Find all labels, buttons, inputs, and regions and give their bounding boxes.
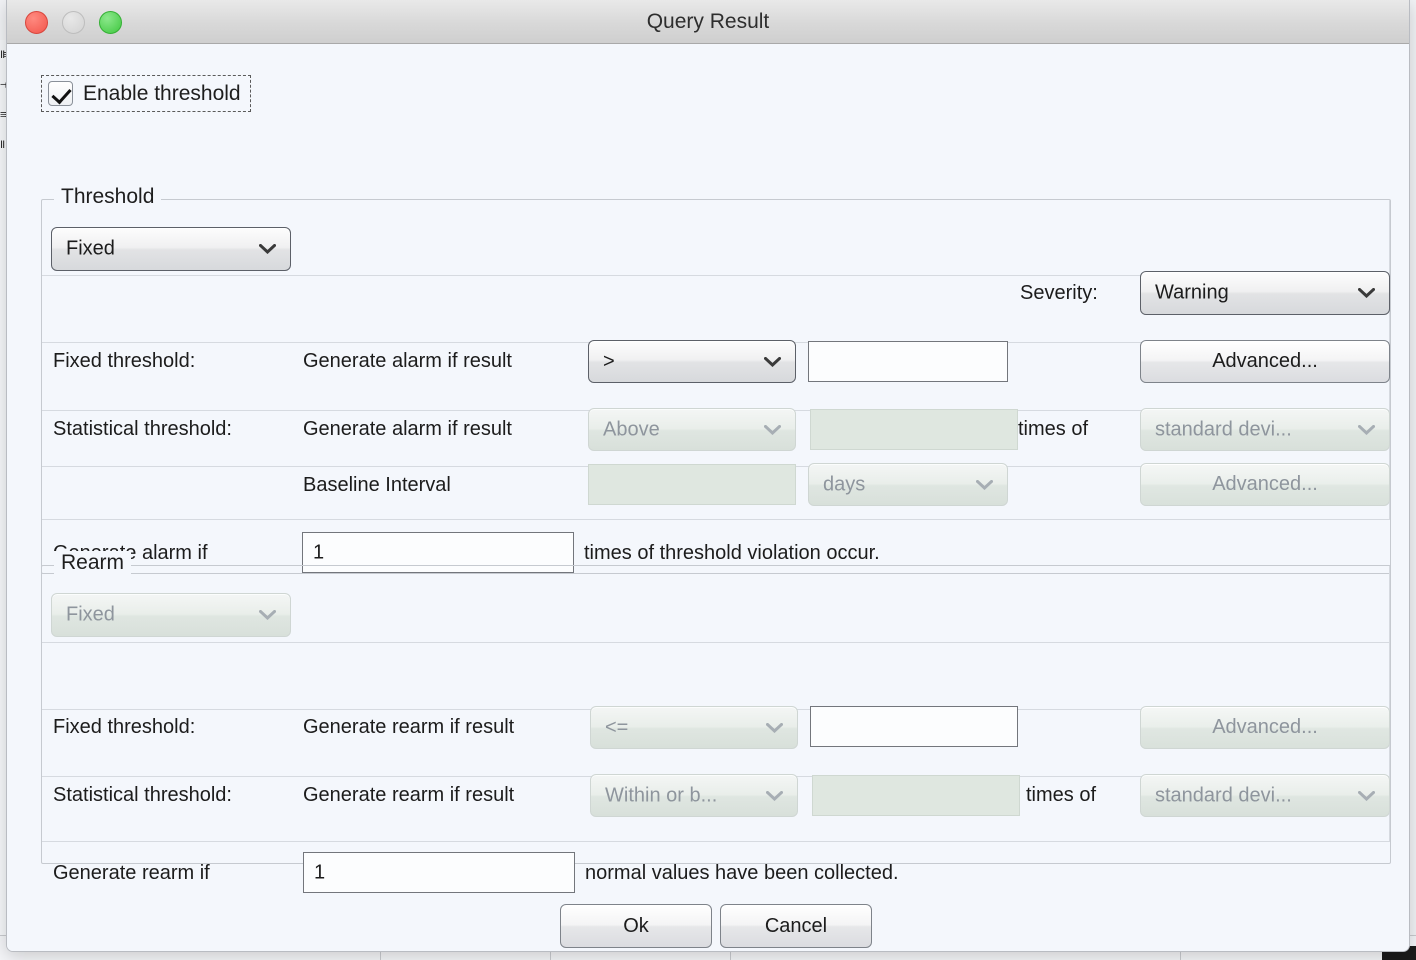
rearm-fixed-advanced-label: Advanced... [1212, 716, 1318, 739]
baseline-interval-unit-value: days [823, 473, 865, 496]
rearm-statistical-row-label: Statistical threshold: [53, 785, 232, 805]
statistical-threshold-direction-value: Above [603, 418, 660, 441]
window-title: Query Result [7, 0, 1409, 43]
threshold-type-value: Fixed [66, 238, 115, 261]
chevron-down-icon [766, 791, 783, 801]
statistical-threshold-direction-select: Above [588, 408, 796, 451]
rearm-statistical-direction-select: Within or b... [590, 774, 798, 817]
fixed-threshold-advanced-label: Advanced... [1212, 350, 1318, 373]
chevron-down-icon [1358, 288, 1375, 298]
rearm-occurrence-prefix-label: Generate rearm if [53, 863, 210, 883]
statistical-threshold-condition-label: Generate alarm if result [303, 419, 512, 439]
cancel-button-label: Cancel [765, 915, 827, 938]
fixed-threshold-condition-label: Generate alarm if result [303, 351, 512, 371]
threshold-group-legend: Threshold [54, 185, 161, 209]
chevron-down-icon [976, 480, 993, 490]
fixed-threshold-value-input[interactable] [808, 341, 1008, 382]
rearm-statistical-direction-value: Within or b... [605, 784, 717, 807]
statistical-threshold-metric-select: standard devi... [1140, 408, 1390, 451]
baseline-advanced-label: Advanced... [1212, 473, 1318, 496]
enable-threshold-label: Enable threshold [83, 82, 241, 106]
fixed-threshold-operator-value: > [603, 350, 615, 373]
alarm-occurrence-count-text: 1 [313, 541, 324, 564]
rearm-type-value: Fixed [66, 604, 115, 627]
cancel-button[interactable]: Cancel [720, 904, 872, 948]
chevron-down-icon [1358, 791, 1375, 801]
chevron-down-icon [259, 610, 276, 620]
ok-button[interactable]: Ok [560, 904, 712, 948]
severity-select[interactable]: Warning [1140, 271, 1390, 315]
screen: I I≡ − ▸ ≡≡ I I I Al... A... Query Resul… [0, 0, 1416, 960]
fixed-threshold-row-label: Fixed threshold: [53, 351, 195, 371]
rearm-occurrence-count-input[interactable]: 1 [303, 852, 575, 893]
rearm-type-select: Fixed [51, 593, 291, 637]
chevron-down-icon [1358, 425, 1375, 435]
rearm-fixed-condition-label: Generate rearm if result [303, 717, 514, 737]
rearm-fixed-value-input[interactable] [810, 706, 1018, 747]
rearm-group-legend: Rearm [54, 551, 131, 575]
threshold-type-select[interactable]: Fixed [51, 227, 291, 271]
severity-value: Warning [1155, 282, 1229, 305]
query-result-dialog: Query Result Enable threshold Threshold [6, 0, 1410, 952]
statistical-threshold-row-label: Statistical threshold: [53, 419, 232, 439]
statistical-threshold-multiplier-input [810, 409, 1018, 450]
fixed-threshold-advanced-button[interactable]: Advanced... [1140, 340, 1390, 383]
statistical-threshold-times-of-label: times of [1018, 419, 1088, 439]
baseline-advanced-button: Advanced... [1140, 463, 1390, 506]
alarm-occurrence-suffix-label: times of threshold violation occur. [584, 543, 880, 563]
chevron-down-icon [766, 723, 783, 733]
rearm-occurrence-count-text: 1 [314, 861, 325, 884]
title-bar[interactable]: Query Result [7, 0, 1409, 44]
rearm-fixed-operator-select: <= [590, 706, 798, 749]
chevron-down-icon [764, 425, 781, 435]
rearm-statistical-times-of-label: times of [1026, 785, 1096, 805]
threshold-separator-5 [42, 519, 1390, 520]
rearm-statistical-metric-select: standard devi... [1140, 774, 1390, 817]
chevron-down-icon [764, 357, 781, 367]
rearm-fixed-advanced-button: Advanced... [1140, 706, 1390, 749]
baseline-interval-input [588, 464, 796, 505]
ok-button-label: Ok [623, 915, 649, 938]
dialog-content: Enable threshold Threshold Fixed [7, 44, 1410, 952]
severity-label: Severity: [1020, 283, 1098, 303]
chevron-down-icon [259, 244, 276, 254]
rearm-statistical-metric-value: standard devi... [1155, 784, 1292, 807]
rearm-occurrence-suffix-label: normal values have been collected. [585, 863, 899, 883]
enable-threshold-checkbox[interactable]: Enable threshold [41, 75, 251, 112]
rearm-separator-1 [42, 642, 1390, 643]
fixed-threshold-operator-select[interactable]: > [588, 340, 796, 383]
rearm-separator-4 [42, 841, 1390, 842]
baseline-interval-label: Baseline Interval [303, 475, 451, 495]
rearm-fixed-operator-value: <= [605, 716, 628, 739]
checkmark-icon[interactable] [48, 81, 73, 106]
rearm-fixed-row-label: Fixed threshold: [53, 717, 195, 737]
rearm-statistical-condition-label: Generate rearm if result [303, 785, 514, 805]
statistical-threshold-metric-value: standard devi... [1155, 418, 1292, 441]
rearm-statistical-multiplier-input [812, 775, 1020, 816]
baseline-interval-unit-select: days [808, 463, 1008, 506]
